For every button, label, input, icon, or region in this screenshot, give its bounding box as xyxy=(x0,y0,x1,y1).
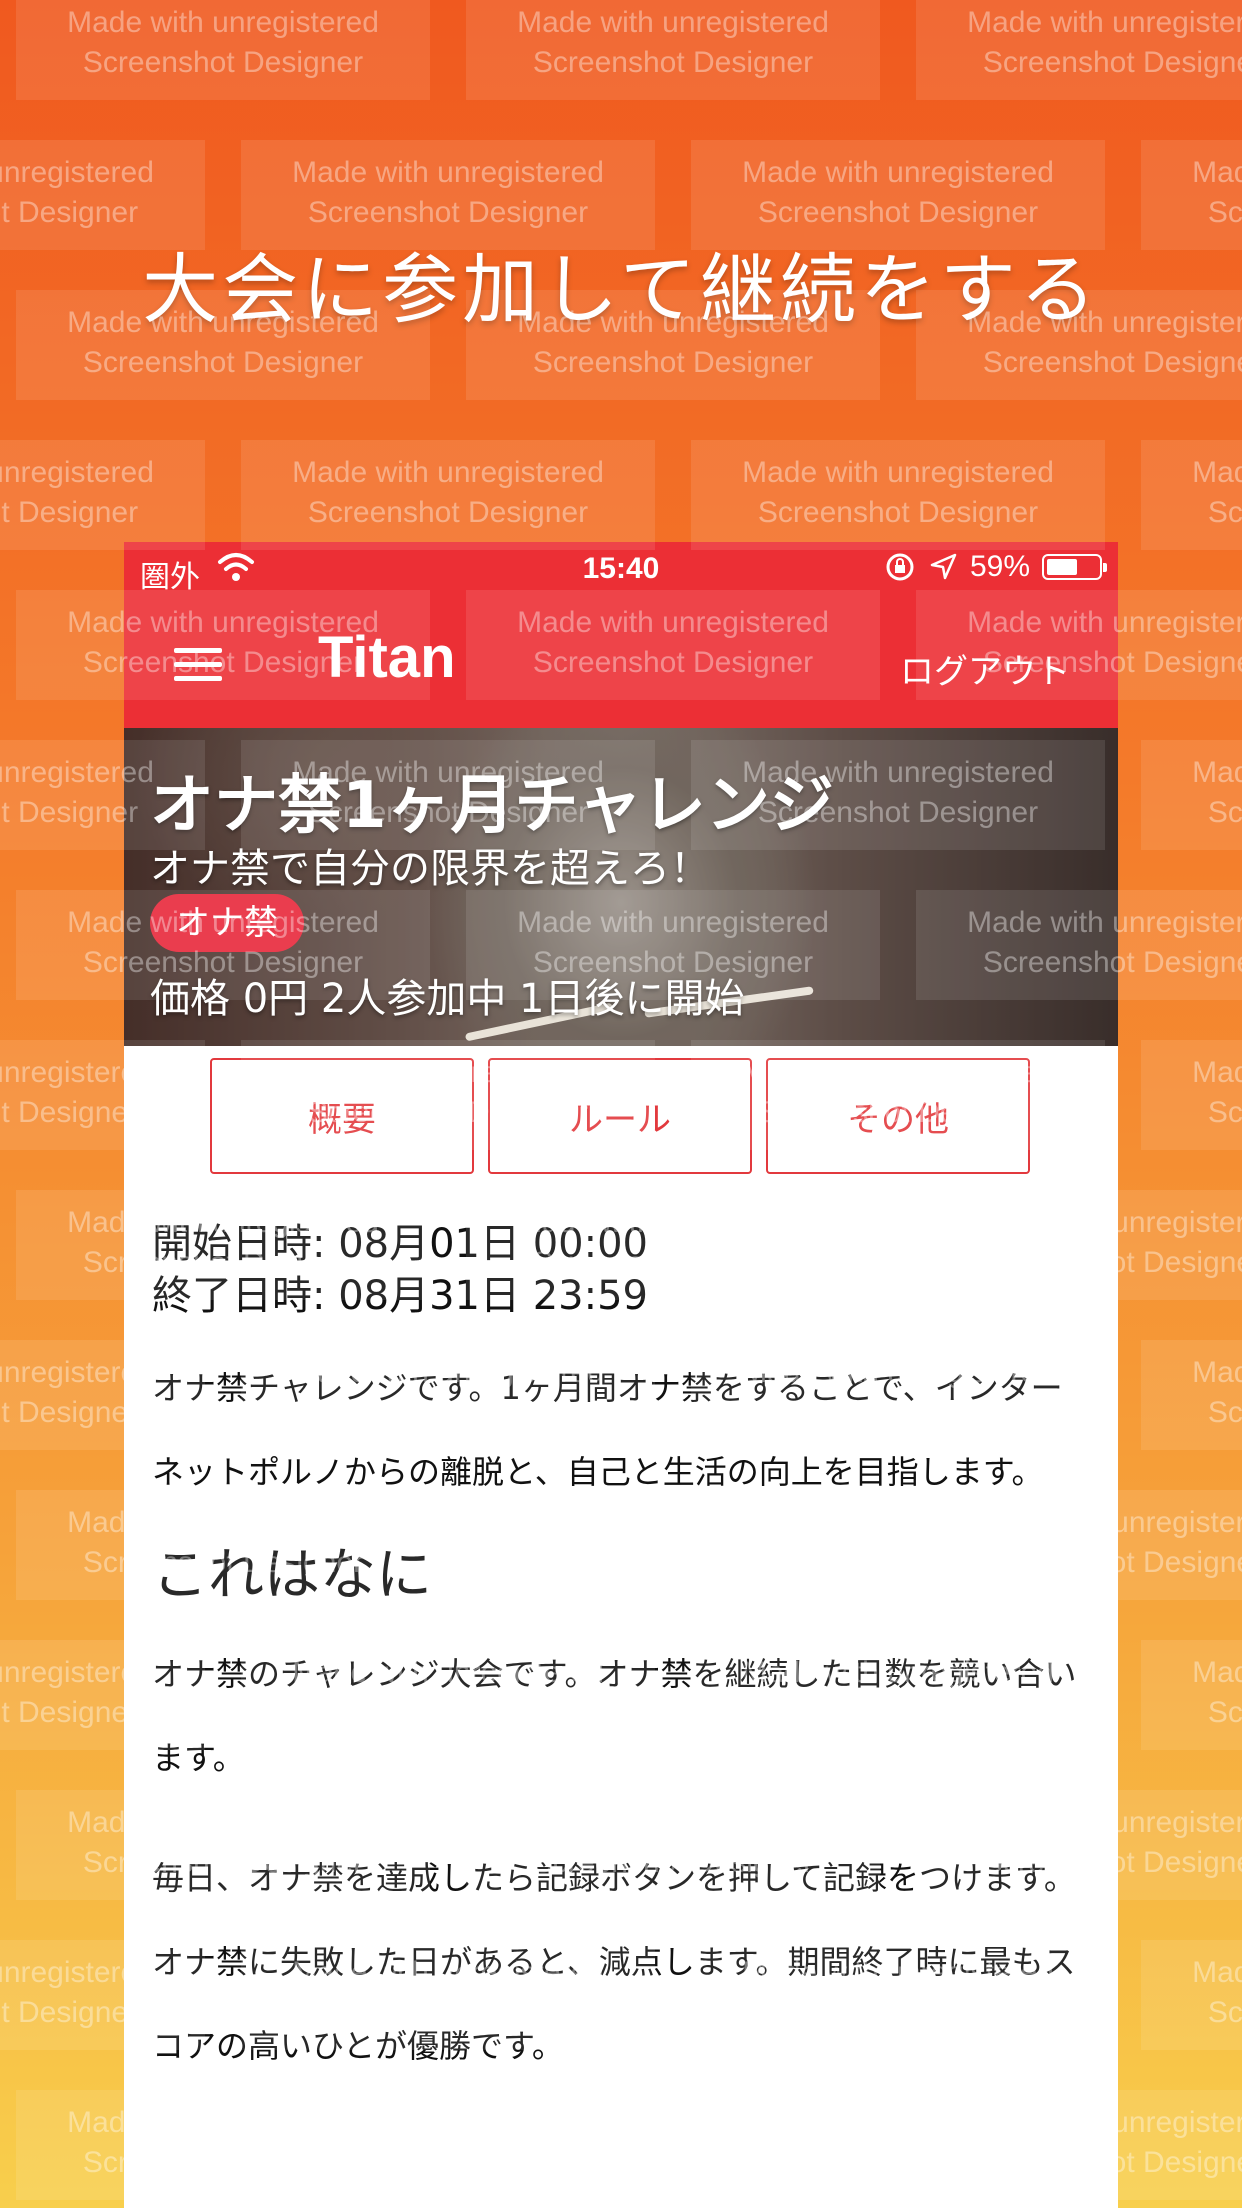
watermark-tile: Made with unregistered Screenshot Design… xyxy=(1141,440,1242,550)
challenge-hero-banner: オナ禁1ヶ月チャレンジ オナ禁で自分の限界を超えろ！ オナ禁 価格 0円 2人参… xyxy=(124,728,1118,1046)
section-body-2: 毎日、オナ禁を達成したら記録ボタンを押して記録をつけます。オナ禁に失敗した日があ… xyxy=(152,1859,1076,2065)
tab-other[interactable]: その他 xyxy=(766,1058,1030,1174)
section-body-1: オナ禁のチャレンジ大会です。オナ禁を継続した日数を競い合います。 xyxy=(152,1655,1077,1777)
watermark-tile: Made with unregistered Screenshot Design… xyxy=(241,440,655,550)
watermark-tile: Made with unregistered Screenshot Design… xyxy=(1141,1940,1242,2050)
promo-headline: 大会に参加して継続をする xyxy=(142,245,1100,334)
end-datetime: 終了日時: 08月31日 23:59 xyxy=(152,1273,648,1319)
status-bar: 圏外 15:40 59% xyxy=(124,542,1118,598)
watermark-tile: Made with unregistered Screenshot Design… xyxy=(0,440,205,550)
tab-rules[interactable]: ルール xyxy=(488,1058,752,1174)
battery-fill xyxy=(1047,559,1077,575)
tab-bar: 概要 ルール その他 xyxy=(210,1058,1030,1174)
overview-content: 開始日時: 08月01日 00:00 終了日時: 08月31日 23:59 オナ… xyxy=(152,1218,1092,2088)
watermark-tile: Made with unregistered Screenshot Design… xyxy=(16,0,430,100)
phone-screen: 圏外 15:40 59% Titan ログアウト オナ禁1ヶ月チャレンジ オナ禁… xyxy=(124,542,1118,2208)
tab-overview[interactable]: 概要 xyxy=(210,1058,474,1174)
logout-button[interactable]: ログアウト xyxy=(900,644,1070,693)
challenge-meta: 価格 0円 2人参加中 1日後に開始 xyxy=(150,976,745,1022)
watermark-tile: Made with unregistered Screenshot Design… xyxy=(1141,1340,1242,1450)
watermark-tile: Made with unregistered Screenshot Design… xyxy=(691,440,1105,550)
category-tag-badge: オナ禁 xyxy=(150,894,304,952)
battery-percent: 59% xyxy=(969,550,1030,583)
rotation-lock-icon xyxy=(886,553,914,581)
start-datetime: 開始日時: 08月01日 00:00 xyxy=(152,1221,648,1267)
schedule: 開始日時: 08月01日 00:00 終了日時: 08月31日 23:59 xyxy=(152,1218,1092,1322)
watermark-tile: Made with unregistered Screenshot Design… xyxy=(1141,1640,1242,1750)
watermark-tile: Made with unregistered Screenshot Design… xyxy=(1141,740,1242,850)
navigation-bar: Titan ログアウト xyxy=(124,598,1118,728)
location-arrow-icon xyxy=(930,553,957,580)
hamburger-menu-icon[interactable] xyxy=(174,648,222,682)
challenge-description: オナ禁チャレンジです。1ヶ月間オナ禁をすることで、インターネットポルノからの離脱… xyxy=(152,1369,1063,1491)
app-title: Titan xyxy=(318,625,456,690)
section-heading-what-is-this: これはなに xyxy=(152,1543,432,1608)
watermark-tile: Made with unregistered Screenshot Design… xyxy=(1141,1040,1242,1150)
challenge-title: オナ禁1ヶ月チャレンジ xyxy=(150,769,834,843)
battery-icon xyxy=(1042,554,1107,580)
watermark-tile: Made with unregistered Screenshot Design… xyxy=(466,0,880,100)
watermark-tile: Made with unregistered Screenshot Design… xyxy=(916,0,1242,100)
challenge-subtitle: オナ禁で自分の限界を超えろ！ xyxy=(150,846,710,892)
